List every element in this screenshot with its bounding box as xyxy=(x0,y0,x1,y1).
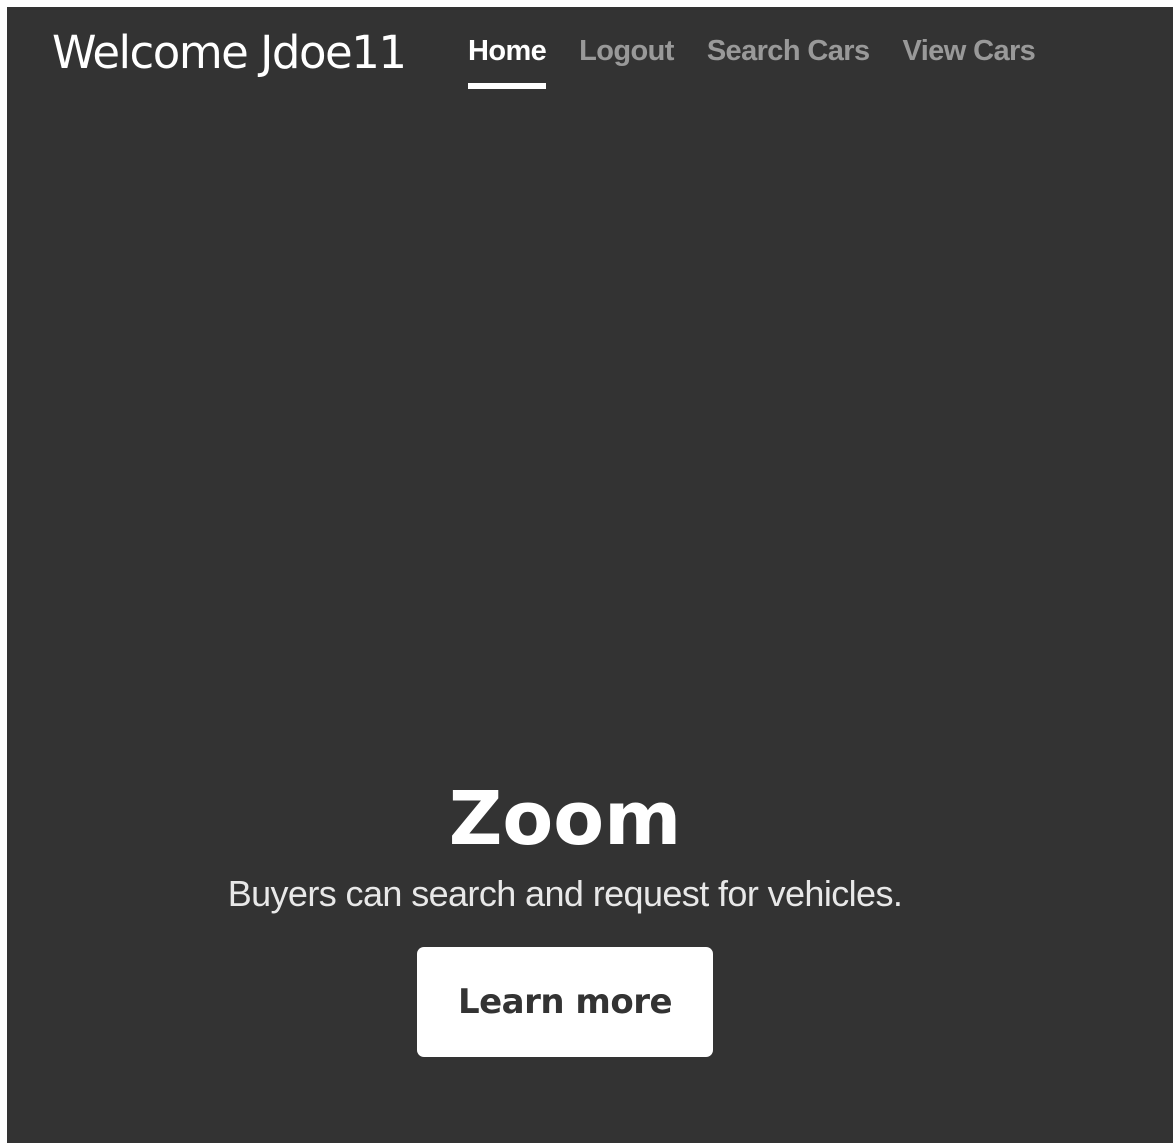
cover-page: Welcome Jdoe11 Home Logout Search Cars V… xyxy=(7,7,1173,1143)
nav-link-view-cars[interactable]: View Cars xyxy=(902,34,1035,68)
hero-section: Zoom Buyers can search and request for v… xyxy=(7,777,1123,1057)
nav-link-logout[interactable]: Logout xyxy=(579,34,674,68)
masthead-brand: Welcome Jdoe11 xyxy=(52,26,407,79)
main-nav: Home Logout Search Cars View Cars xyxy=(468,34,1036,89)
nav-link-home[interactable]: Home xyxy=(468,34,547,89)
nav-link-search-cars[interactable]: Search Cars xyxy=(707,34,870,68)
hero-title: Zoom xyxy=(448,776,682,862)
learn-more-button[interactable]: Learn more xyxy=(417,947,713,1057)
hero-lead-text: Buyers can search and request for vehicl… xyxy=(227,873,903,914)
